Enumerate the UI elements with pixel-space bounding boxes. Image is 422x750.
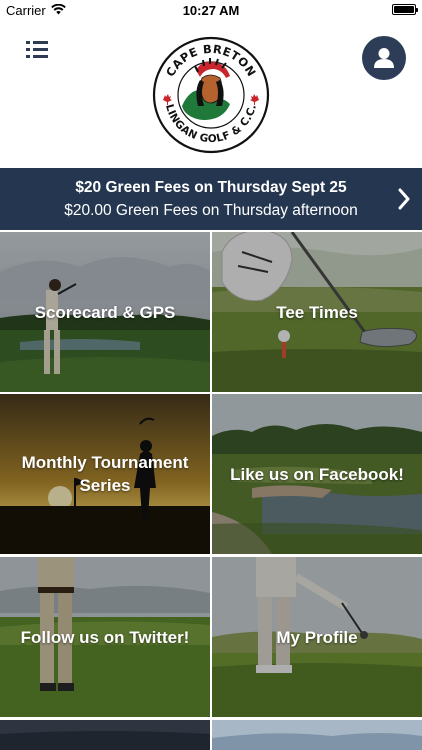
tile-monthly-tournament[interactable]: Monthly Tournament Series bbox=[0, 394, 210, 554]
club-logo: CAPE BRETON LINGAN GOLF & C.C. bbox=[152, 36, 270, 154]
chevron-right-icon bbox=[398, 188, 410, 215]
tile-twitter[interactable]: Follow us on Twitter! bbox=[0, 557, 210, 717]
tile-label: Monthly Tournament Series bbox=[21, 453, 189, 495]
tile-label: Follow us on Twitter! bbox=[20, 627, 190, 647]
clock: 10:27 AM bbox=[182, 3, 240, 18]
tile-my-profile[interactable]: My Profile bbox=[212, 557, 422, 717]
promo-title: $20 Green Fees on Thursday Sept 25 bbox=[75, 179, 347, 196]
app-header: CAPE BRETON LINGAN GOLF & C.C. bbox=[0, 22, 422, 168]
tile-label: My Profile bbox=[276, 627, 358, 647]
tile-label: Tee Times bbox=[276, 302, 358, 322]
profile-button[interactable] bbox=[362, 36, 406, 80]
tile-scorecard-gps[interactable]: Scorecard & GPS bbox=[0, 232, 210, 392]
tile-partial-right[interactable] bbox=[212, 720, 422, 750]
status-bar: Carrier 10:27 AM bbox=[0, 0, 422, 22]
tile-facebook[interactable]: Like us on Facebook! bbox=[212, 394, 422, 554]
user-icon bbox=[374, 48, 394, 68]
tile-label: Like us on Facebook! bbox=[230, 464, 404, 484]
tile-tee-times[interactable]: Tee Times bbox=[212, 232, 422, 392]
menu-tiles: Scorecard & GPS Tee Times Monthly Tourna… bbox=[0, 230, 422, 750]
list-menu-icon[interactable] bbox=[26, 40, 48, 60]
tile-partial-left[interactable] bbox=[0, 720, 210, 750]
tile-label: Scorecard & GPS bbox=[34, 302, 176, 322]
battery-icon bbox=[392, 4, 418, 15]
promo-banner[interactable]: $20 Green Fees on Thursday Sept 25 $20.0… bbox=[0, 168, 422, 230]
promo-subtitle: $20.00 Green Fees on Thursday afternoon bbox=[64, 202, 358, 219]
